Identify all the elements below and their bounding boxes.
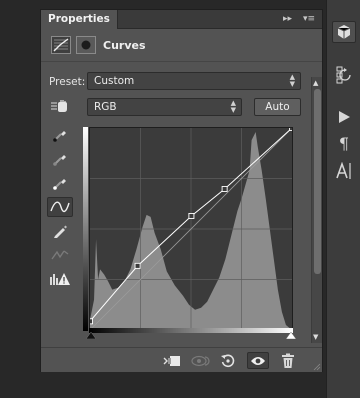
reset-icon[interactable] [217,352,239,369]
character-icon[interactable] [332,160,356,182]
on-image-adjust-icon[interactable] [47,96,73,116]
view-previous-state-icon[interactable] [189,352,211,369]
preset-label: Preset: [49,76,86,88]
resize-grip-icon[interactable] [313,363,321,371]
right-dock-strip: ¶ [326,0,360,398]
curve-control-point-4[interactable] [289,125,295,131]
sample-gray-point-icon[interactable] [47,149,73,169]
white-input-slider-icon[interactable] [286,332,296,339]
input-gradient-bar [89,328,293,333]
sample-white-point-icon[interactable] [47,173,73,193]
delete-icon[interactable] [277,352,299,369]
curves-graph[interactable] [87,125,295,331]
channel-value: RGB [94,101,117,113]
output-gradient-bar [83,127,88,331]
select-arrows-icon: ▲ ▼ [289,73,295,88]
actions-play-icon[interactable] [332,106,356,128]
scroll-up-icon[interactable]: ▲ [313,79,318,87]
curve-control-point-2[interactable] [188,212,195,219]
clipping-warning-icon[interactable] [47,269,73,289]
properties-panel: Properties ▸▸ ▾≡ Curves Preset: Custom ▲… [40,9,323,372]
panel-footer [41,347,322,372]
3d-cube-icon[interactable] [332,21,356,43]
curve-control-point-3[interactable] [221,186,228,192]
collapse-panel-button[interactable]: ▸▸ [283,13,292,26]
panel-tab-bar: Properties ▸▸ ▾≡ [41,10,322,29]
history-icon[interactable] [332,64,356,86]
smooth-curve-icon[interactable] [47,245,73,265]
panel-menu-button[interactable]: ▾≡ [303,13,315,26]
adjustment-title: Curves [103,39,146,52]
toggle-visibility-icon[interactable] [247,352,269,369]
tab-properties[interactable]: Properties [41,10,118,29]
black-input-slider-icon[interactable] [86,332,96,339]
preset-value: Custom [94,75,135,87]
channel-select[interactable]: RGB ▲ ▼ [87,98,242,116]
preset-select[interactable]: Custom ▲ ▼ [87,72,301,90]
panel-header: Curves [41,30,322,62]
clip-to-layer-icon[interactable] [161,352,183,369]
layer-mask-icon[interactable] [76,36,96,54]
pencil-draw-icon[interactable] [47,221,73,241]
paragraph-icon[interactable]: ¶ [332,132,356,154]
adjustment-curves-icon[interactable] [51,36,71,54]
curve-canvas[interactable] [87,125,295,331]
point-edit-icon[interactable] [47,197,73,217]
curve-control-point-1[interactable] [134,262,141,269]
panel-scrollbar[interactable]: ▲ ▼ [311,77,322,343]
select-arrows-icon: ▲ ▼ [230,99,236,114]
auto-button[interactable]: Auto [254,98,301,116]
scrollbar-thumb[interactable] [314,89,321,274]
scroll-down-icon[interactable]: ▼ [313,333,318,341]
curve-control-point-0[interactable] [87,318,93,325]
sample-black-point-icon[interactable] [47,125,73,145]
